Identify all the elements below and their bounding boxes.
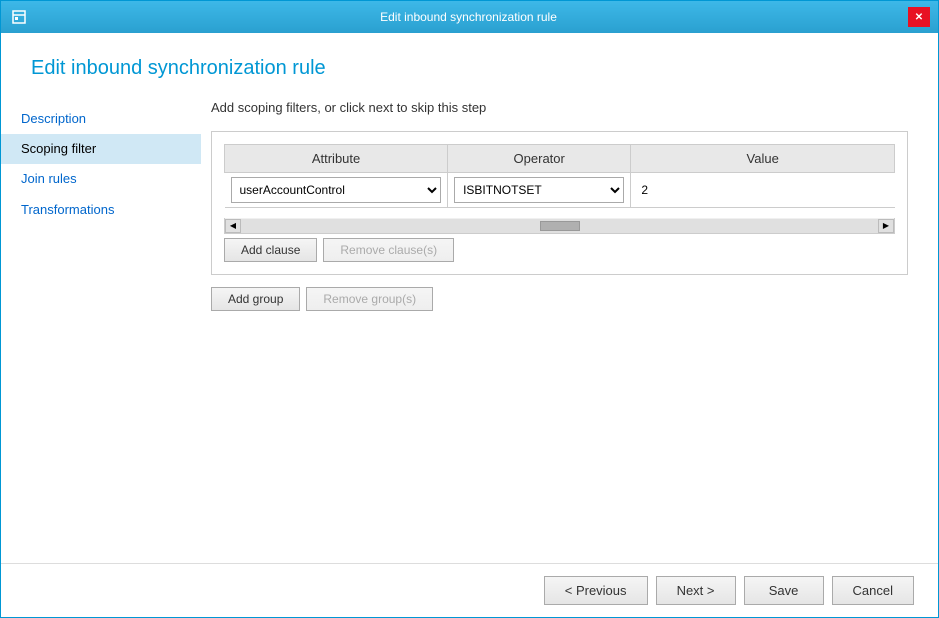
value-input[interactable] <box>637 181 888 199</box>
table-row: userAccountControl ISBITNOTSET <box>225 173 895 208</box>
group-buttons: Add group Remove group(s) <box>211 287 908 311</box>
operator-cell: ISBITNOTSET <box>448 173 631 208</box>
col-header-value: Value <box>631 145 895 173</box>
filter-group-container: Attribute Operator Value userAccountCont… <box>211 131 908 275</box>
add-clause-button[interactable]: Add clause <box>224 238 317 262</box>
col-header-operator: Operator <box>448 145 631 173</box>
page-title: Edit inbound synchronization rule <box>1 33 938 96</box>
window-title: Edit inbound synchronization rule <box>29 10 908 24</box>
step-description: Add scoping filters, or click next to sk… <box>211 96 908 115</box>
remove-clause-button[interactable]: Remove clause(s) <box>323 238 454 262</box>
sidebar-item-transformations[interactable]: Transformations <box>1 195 201 225</box>
content-area: Edit inbound synchronization rule Descri… <box>1 33 938 563</box>
add-group-button[interactable]: Add group <box>211 287 300 311</box>
title-bar: Edit inbound synchronization rule ✕ <box>1 1 938 33</box>
sidebar-item-description[interactable]: Description <box>1 104 201 134</box>
scroll-left-arrow[interactable]: ◀ <box>225 219 241 233</box>
attribute-select[interactable]: userAccountControl <box>231 177 442 203</box>
attribute-cell: userAccountControl <box>225 173 448 208</box>
sidebar-item-join-rules[interactable]: Join rules <box>1 164 201 194</box>
filter-table: Attribute Operator Value userAccountCont… <box>224 144 895 208</box>
clause-buttons: Add clause Remove clause(s) <box>224 238 895 262</box>
sidebar: Description Scoping filter Join rules Tr… <box>1 96 201 563</box>
sidebar-item-scoping-filter[interactable]: Scoping filter <box>1 134 201 164</box>
scroll-right-arrow[interactable]: ▶ <box>878 219 894 233</box>
window-controls: ✕ <box>908 7 930 27</box>
value-cell <box>631 173 895 208</box>
horizontal-scrollbar[interactable]: ◀ ▶ <box>224 218 895 234</box>
close-button[interactable]: ✕ <box>908 7 930 27</box>
remove-group-button[interactable]: Remove group(s) <box>306 287 433 311</box>
main-window: Edit inbound synchronization rule ✕ Edit… <box>0 0 939 618</box>
right-panel: Add scoping filters, or click next to sk… <box>201 96 938 563</box>
col-header-attribute: Attribute <box>225 145 448 173</box>
main-content: Description Scoping filter Join rules Tr… <box>1 96 938 563</box>
save-button[interactable]: Save <box>744 576 824 605</box>
operator-select[interactable]: ISBITNOTSET <box>454 177 624 203</box>
next-button[interactable]: Next > <box>656 576 736 605</box>
scroll-thumb[interactable] <box>540 221 580 231</box>
cancel-button[interactable]: Cancel <box>832 576 914 605</box>
window-icon <box>9 7 29 27</box>
previous-button[interactable]: < Previous <box>544 576 648 605</box>
footer: < Previous Next > Save Cancel <box>1 563 938 617</box>
